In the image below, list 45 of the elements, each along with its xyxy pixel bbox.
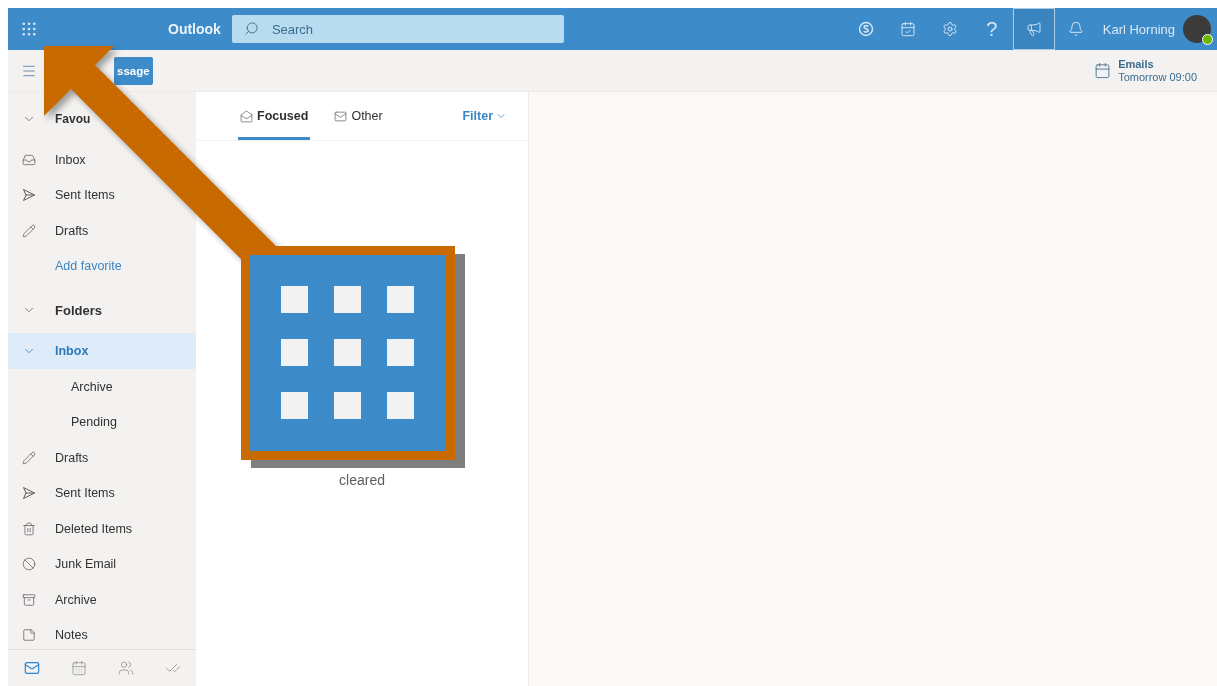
- folder-item[interactable]: Inbox: [8, 333, 196, 369]
- folder-item[interactable]: Notes: [8, 617, 94, 649]
- folder-item[interactable]: Sent Items: [8, 177, 121, 213]
- inbox-tab[interactable]: Other: [332, 92, 385, 140]
- s-logo-icon: [857, 21, 874, 37]
- folder-item[interactable]: Sent Items: [8, 475, 121, 511]
- note-icon: [22, 628, 36, 643]
- folder-item[interactable]: Inbox: [8, 142, 92, 178]
- new-message-button[interactable]: ssage: [114, 56, 153, 85]
- megaphone-icon: [1025, 21, 1042, 37]
- empty-message: cleared: [339, 471, 385, 489]
- pencil-icon: [22, 450, 36, 465]
- blocked-icon: [22, 557, 36, 572]
- search-field[interactable]: Search: [231, 15, 564, 43]
- calendar-icon: [1094, 62, 1112, 79]
- avatar[interactable]: [1183, 15, 1211, 43]
- envelope-icon: [334, 109, 348, 123]
- inbox-icon: [22, 152, 36, 167]
- search-icon: [243, 21, 259, 36]
- trash-icon: [22, 521, 36, 536]
- send-icon: [22, 188, 36, 203]
- favorites-header[interactable]: Favou: [8, 112, 91, 126]
- folder-item[interactable]: Junk Email: [8, 546, 123, 582]
- inbox-tab[interactable]: Focused: [238, 92, 311, 140]
- folder-item[interactable]: Drafts: [8, 213, 95, 249]
- send-icon: [22, 486, 36, 501]
- reminder-title[interactable]: Emails: [1118, 57, 1197, 71]
- folder-item[interactable]: Archive: [8, 582, 103, 618]
- calendar-check-icon: [899, 21, 916, 37]
- reminder-time: Tomorrow 09:00: [1118, 70, 1197, 84]
- filter-button[interactable]: Filter: [462, 92, 507, 140]
- archive-icon: [22, 592, 36, 607]
- folder-item[interactable]: Pending: [8, 404, 123, 440]
- open-envelope-icon: [240, 109, 253, 123]
- folder-item[interactable]: Archive: [8, 369, 119, 405]
- bell-icon: [1067, 21, 1084, 37]
- folder-item[interactable]: Drafts: [8, 440, 95, 476]
- pencil-icon: [22, 223, 36, 238]
- settings-icon: [941, 21, 958, 37]
- folder-item[interactable]: Deleted Items: [8, 511, 139, 547]
- feedback-button[interactable]: [1012, 8, 1055, 50]
- grid-icon: [20, 20, 38, 38]
- folders-header[interactable]: Folders: [8, 292, 102, 328]
- app-name: Outlook: [168, 21, 221, 37]
- add-favorite-link[interactable]: Add favorite: [55, 248, 122, 284]
